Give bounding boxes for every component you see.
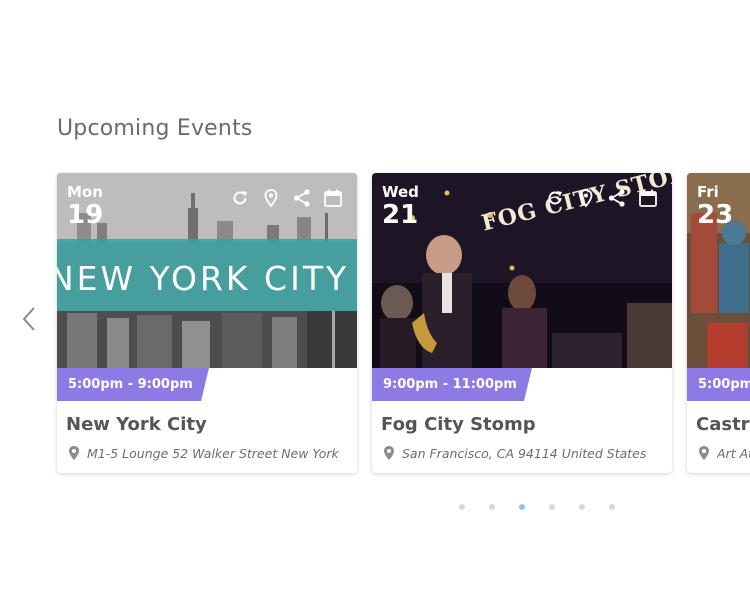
event-address: Art Attack SF xyxy=(717,445,750,461)
event-location: San Francisco, CA 94114 United States xyxy=(382,445,664,461)
event-image: Fri 23 xyxy=(687,173,750,368)
refresh-icon[interactable] xyxy=(230,188,250,208)
pagination-dot[interactable] xyxy=(489,504,495,510)
map-pin-icon[interactable] xyxy=(261,188,281,208)
calendar-icon[interactable] xyxy=(323,188,343,208)
event-address: San Francisco, CA 94114 United States xyxy=(402,445,647,461)
event-time-badge: 5:00pm - 9:00pm xyxy=(57,368,209,401)
event-time-badge: 9:00pm - 11:00pm xyxy=(372,368,532,401)
map-pin-icon[interactable] xyxy=(576,188,596,208)
event-card[interactable]: NEW YORK CITY Mon 19 5:00pm - 9:00pm New… xyxy=(57,173,357,473)
event-time: 5:00pm - 9:00pm xyxy=(68,377,193,392)
event-date: Wed 21 xyxy=(382,183,419,230)
pagination-dot-active[interactable] xyxy=(519,504,525,510)
event-actions xyxy=(545,188,658,208)
event-time-badge: 5:00pm - 7:00pm xyxy=(687,368,750,401)
event-time: 5:00pm - 7:00pm xyxy=(698,377,750,392)
calendar-icon[interactable] xyxy=(638,188,658,208)
section-title: Upcoming Events xyxy=(57,116,253,141)
share-icon[interactable] xyxy=(607,188,627,208)
event-address: M1-5 Lounge 52 Walker Street New York xyxy=(87,445,339,461)
pagination-dot[interactable] xyxy=(459,504,465,510)
event-day: 21 xyxy=(382,200,419,230)
event-day: 23 xyxy=(697,200,734,230)
chevron-left-icon[interactable] xyxy=(20,305,38,333)
location-pin-icon xyxy=(384,446,394,460)
event-title[interactable]: New York City xyxy=(66,414,207,435)
event-date: Fri 23 xyxy=(697,183,734,230)
location-pin-icon xyxy=(699,446,709,460)
event-weekday: Fri xyxy=(697,183,719,201)
event-title[interactable]: Castro Art Walk xyxy=(696,414,750,435)
share-icon[interactable] xyxy=(292,188,312,208)
event-time: 9:00pm - 11:00pm xyxy=(383,377,517,392)
refresh-icon[interactable] xyxy=(545,188,565,208)
pagination-dot[interactable] xyxy=(549,504,555,510)
event-title[interactable]: Fog City Stomp xyxy=(381,414,536,435)
event-actions xyxy=(230,188,343,208)
carousel-pagination xyxy=(459,504,615,510)
events-page: Upcoming Events NEW YORK CITY Mon 19 5:0… xyxy=(0,0,750,600)
event-image: FOG CITY STOMP Wed 21 xyxy=(372,173,672,368)
event-card[interactable]: Fri 23 5:00pm - 7:00pm Castro Art Walk A… xyxy=(687,173,750,473)
event-image: NEW YORK CITY Mon 19 xyxy=(57,173,357,368)
event-day: 19 xyxy=(67,200,104,230)
event-weekday: Wed xyxy=(382,183,419,201)
event-card[interactable]: FOG CITY STOMP Wed 21 9:00pm - 11:00pm F… xyxy=(372,173,672,473)
event-weekday: Mon xyxy=(67,183,103,201)
event-overlay-text: NEW YORK CITY xyxy=(57,259,350,298)
event-location: M1-5 Lounge 52 Walker Street New York xyxy=(67,445,349,461)
location-pin-icon xyxy=(69,446,79,460)
pagination-dot[interactable] xyxy=(609,504,615,510)
pagination-dot[interactable] xyxy=(579,504,585,510)
event-date: Mon 19 xyxy=(67,183,104,230)
event-location: Art Attack SF xyxy=(697,445,750,461)
